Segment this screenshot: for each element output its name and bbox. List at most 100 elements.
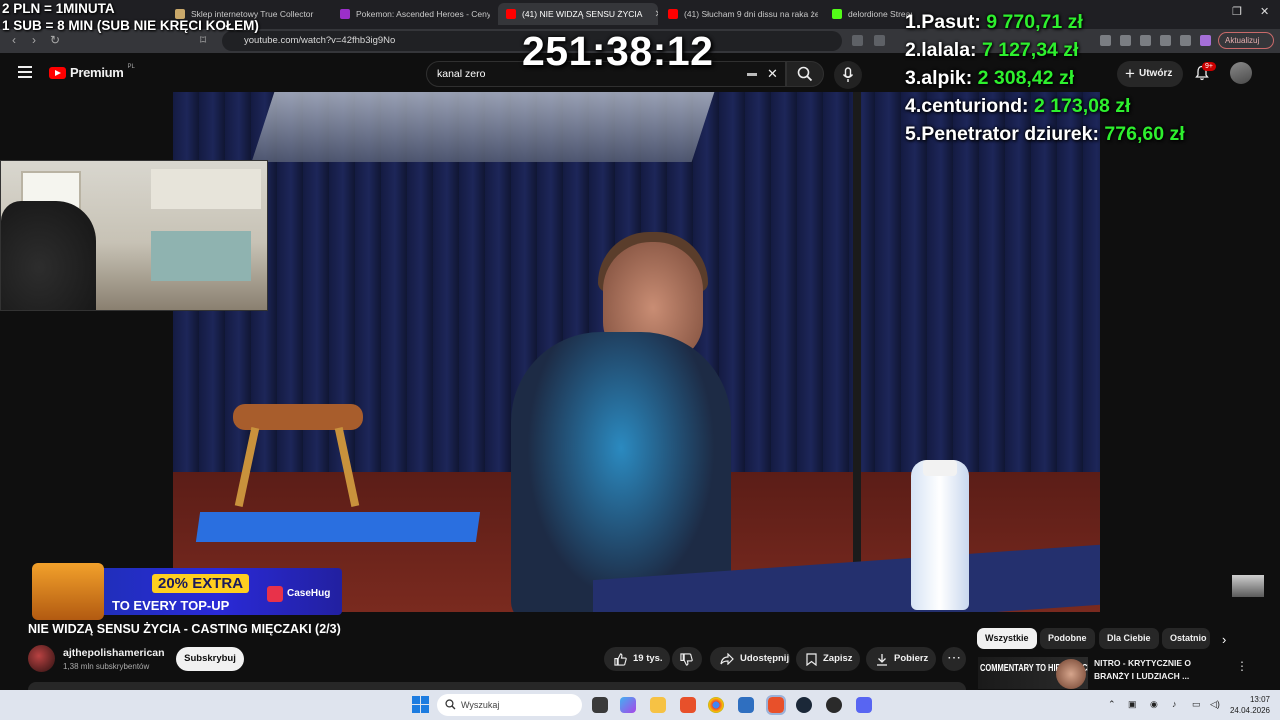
bookmark-icon[interactable]: ⌑ (200, 33, 206, 47)
tab-kick-stream[interactable]: delordione Stream - Watch Live on K (832, 3, 912, 25)
channel-subscriber-count: 1,38 mln subskrybentów (63, 662, 150, 671)
update-browser-button[interactable]: Aktualizuj (1218, 32, 1274, 49)
leaderboard-rank: 4. (905, 95, 922, 117)
notification-badge: 9+ (1202, 62, 1216, 71)
subscription-rate-line: 1 SUB = 8 MIN (SUB NIE KRĘCI KOŁEM) (2, 18, 259, 33)
tab-youtube-active[interactable]: (41) NIE WIDZĄ SENSU ŻYCIA ✕ (498, 3, 658, 25)
search-button[interactable] (786, 61, 824, 87)
save-button[interactable]: Zapisz (796, 647, 860, 671)
like-button[interactable]: 19 tys. (604, 647, 670, 671)
update-button-label: Aktualizuj (1225, 36, 1260, 45)
youtube-premium-logo[interactable]: Premium PL (49, 63, 135, 80)
video-frame-light-stand (853, 92, 861, 562)
back-icon[interactable]: ‹ (12, 33, 16, 47)
close-tab-icon[interactable]: ✕ (654, 9, 658, 20)
leaderboard-name: Pasut: (921, 11, 981, 33)
webcam-overlay (0, 160, 268, 311)
more-actions-icon[interactable]: ⋯ (942, 647, 966, 671)
discord-icon[interactable] (856, 697, 872, 713)
search-icon (445, 699, 456, 710)
leaderboard-row: 4.centuriond: 2 173,08 zł (905, 92, 1185, 120)
reload-icon[interactable]: ↻ (50, 33, 60, 47)
channel-name[interactable]: ajthepolishamerican (63, 647, 165, 659)
subscribe-button[interactable]: Subskrybuj (176, 647, 244, 671)
description-box[interactable] (28, 682, 966, 690)
ad-topup-text: TO EVERY TOP-UP (112, 598, 230, 613)
tab-label: delordione Stream - Watch Live on K (848, 9, 912, 19)
tab-youtube-diss[interactable]: (41) Słucham 9 dni dissu na raka żeb (668, 3, 818, 25)
recommended-title-line: BRANŻY I LUDZIACH ... (1094, 671, 1190, 681)
store-icon[interactable] (738, 697, 754, 713)
steam-icon[interactable] (796, 697, 812, 713)
leaderboard-amount: 2 308,42 zł (977, 67, 1075, 89)
chip-related[interactable]: Podobne (1040, 628, 1095, 649)
tab-label: (41) Słucham 9 dni dissu na raka żeb (684, 9, 818, 19)
taskbar-search-input[interactable]: Wyszukaj (437, 694, 582, 716)
download-label: Pobierz (894, 653, 929, 664)
tab-label: (41) NIE WIDZĄ SENSU ŻYCIA (522, 9, 643, 19)
dislike-button[interactable] (672, 647, 702, 671)
recommended-title-line: NITRO - KRYTYCZNIE O (1094, 658, 1191, 668)
profile-extension-icon[interactable] (1200, 35, 1211, 46)
share-arrow-icon (720, 653, 734, 665)
tray-overflow-icon[interactable]: ⌃ (1108, 699, 1116, 710)
thumbs-down-icon (680, 652, 693, 666)
task-view-icon[interactable] (592, 697, 608, 713)
youtube-play-logo-icon (49, 66, 66, 79)
file-explorer-icon[interactable] (650, 697, 666, 713)
system-clock[interactable]: 13:07 24.04.2026 (1226, 694, 1270, 716)
video-menu-icon[interactable]: ⋮ (1236, 659, 1248, 673)
ad-extra-text: 20% EXTRA (152, 574, 250, 593)
donation-rate-line: 2 PLN = 1MINUTA (2, 1, 115, 16)
brave-active-icon[interactable] (766, 695, 786, 715)
copilot-icon[interactable] (620, 697, 636, 713)
kick-favicon-icon (832, 9, 842, 19)
video-title: NIE WIDZĄ SENSU ŻYCIA - CASTING MIĘCZAKI… (28, 622, 341, 636)
chrome-icon[interactable] (708, 697, 724, 713)
video-frame-person-body (511, 332, 731, 612)
tray-volume-icon[interactable]: ◁) (1210, 699, 1220, 710)
chip-for-you[interactable]: Dla Ciebie (1099, 628, 1159, 649)
tray-app-icon[interactable]: ▣ (1128, 699, 1137, 710)
recommended-video-thumbnail[interactable]: COMMENTARY TO HIPOKRYCI (978, 657, 1088, 689)
tray-network-icon[interactable]: ▭ (1192, 699, 1201, 710)
leaderboard-name: Penetrator dziurek: (921, 123, 1099, 145)
brave-browser-icon[interactable] (680, 697, 696, 713)
voice-search-button[interactable] (834, 61, 862, 89)
channel-avatar[interactable] (28, 645, 55, 672)
share-button[interactable]: Udostępnij (710, 647, 790, 671)
obs-icon[interactable] (826, 697, 842, 713)
close-window-icon[interactable]: ✕ (1260, 5, 1269, 18)
leaderboard-row: 3.alpik: 2 308,42 zł (905, 64, 1185, 92)
video-player[interactable] (173, 92, 1100, 612)
like-count: 19 tys. (633, 653, 663, 664)
keyboard-icon[interactable]: ▬ (747, 62, 757, 86)
hamburger-menu-icon[interactable] (18, 66, 32, 78)
chevron-right-icon[interactable]: › (1222, 632, 1226, 647)
windows-start-icon[interactable] (412, 696, 429, 713)
account-avatar[interactable] (1230, 62, 1252, 84)
download-icon (877, 653, 887, 666)
share-icon[interactable] (874, 35, 885, 46)
cast-icon[interactable] (852, 35, 863, 46)
forward-icon[interactable]: › (32, 33, 36, 47)
tab-label: Pokemon: Ascended Heroes - Ceny i (356, 9, 490, 19)
clear-search-icon[interactable]: ✕ (767, 62, 778, 86)
chip-recent[interactable]: Ostatnio (1162, 628, 1210, 649)
recommended-video-title[interactable]: NITRO - KRYTYCZNIE O BRANŻY I LUDZIACH .… (1094, 657, 1219, 683)
leaderboard-row: 5.Penetrator dziurek: 776,60 zł (905, 120, 1185, 148)
youtube-favicon-icon (668, 9, 678, 19)
video-frame-gym-mat (195, 512, 481, 542)
tray-app-icon[interactable]: ◉ (1150, 699, 1158, 710)
search-value: kanal zero (437, 68, 486, 80)
logo-text: Premium (70, 65, 124, 80)
logo-region: PL (127, 63, 135, 70)
chip-all[interactable]: Wszystkie (977, 628, 1037, 649)
tray-microphone-icon[interactable]: ♪ (1172, 699, 1177, 709)
url-text: youtube.com/watch?v=42fhb3ig9No (244, 35, 396, 46)
video-frame-light-panel (251, 92, 715, 162)
leaderboard-rank: 3. (905, 67, 922, 89)
tab-pokemon[interactable]: Pokemon: Ascended Heroes - Ceny i (340, 3, 490, 25)
restore-window-icon[interactable]: ❐ (1232, 5, 1242, 18)
download-button[interactable]: Pobierz (866, 647, 936, 671)
